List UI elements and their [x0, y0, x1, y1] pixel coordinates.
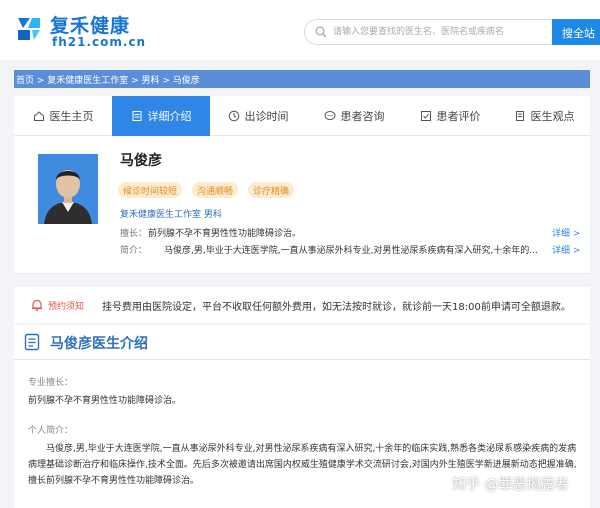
home-icon — [33, 111, 44, 121]
search-input[interactable] — [333, 23, 548, 41]
tag-smooth-communication: 沟通顺畅 — [192, 182, 239, 198]
document-icon — [24, 333, 40, 351]
zhihu-watermark: 知乎 @罪恶揭露者 — [452, 477, 569, 493]
tab-label: 患者咨询 — [340, 110, 385, 123]
tab-doctor-home[interactable]: 医生主页 — [14, 96, 112, 136]
logo-title[interactable]: 复禾健康 — [50, 11, 130, 38]
logo-domain: fh21.com.cn — [52, 35, 147, 49]
tab-patient-review[interactable]: 患者评价 — [402, 96, 498, 136]
intro-personal-label: 个人简介： — [28, 426, 74, 436]
site-header: 复禾健康 fh21.com.cn 搜全站 — [0, 0, 600, 60]
tab-label: 详细介绍 — [147, 110, 192, 123]
bio-label: 简介： — [120, 246, 148, 256]
specialty-value: 前列腺不孕不育男性性功能障碍诊治。 — [148, 229, 302, 239]
document-icon — [132, 111, 141, 121]
fh21-logo-icon[interactable] — [14, 14, 44, 44]
intro-title: 马俊彦医生介绍 — [50, 336, 148, 352]
search-button[interactable]: 搜全站 — [552, 19, 600, 45]
tab-doctor-views[interactable]: 医生观点 — [498, 96, 590, 136]
bio-detail-link[interactable]: 详细 > — [552, 243, 580, 256]
doctor-profile-card: 马俊彦 候诊时间较短 沟通顺畅 诊疗精确 复禾健康医生工作室 男科 擅长： 前列… — [14, 136, 590, 274]
doctor-studio-link[interactable]: 复禾健康医生工作室 男科 — [120, 207, 222, 220]
specialty-detail-link[interactable]: 详细 > — [552, 226, 580, 239]
tab-detail-intro[interactable]: 详细介绍 — [112, 96, 210, 136]
doctor-avatar-image — [38, 154, 98, 224]
tab-clinic-time[interactable]: 出诊时间 — [210, 96, 306, 136]
tag-short-wait: 候诊时间较短 — [118, 182, 183, 198]
tab-label: 医生观点 — [530, 110, 575, 123]
tab-label: 出诊时间 — [244, 110, 289, 123]
doctor-tabs: 医生主页 详细介绍 出诊时间 患者咨询 患者评价 医生观点 — [14, 96, 590, 136]
tag-precise-diagnosis: 诊疗精确 — [248, 182, 295, 198]
clock-icon — [228, 110, 239, 122]
doctor-photo — [38, 154, 98, 224]
breadcrumb-text[interactable]: 首页 > 复禾健康医生工作室 > 男科 > 马俊彦 — [16, 76, 200, 86]
breadcrumb: 首页 > 复禾健康医生工作室 > 男科 > 马俊彦 — [14, 70, 590, 88]
intro-specialty-label: 专业擅长： — [28, 378, 74, 388]
divider — [14, 359, 590, 360]
bio-value: 马俊彦,男,毕业于大连医学院,一直从事泌尿外科专业,对男性泌尿系疾病有深入研究,… — [164, 246, 538, 256]
specialty-label: 擅长： — [120, 229, 148, 239]
tab-label: 医生主页 — [49, 110, 94, 123]
person-doc-icon — [515, 111, 524, 121]
bell-icon — [32, 299, 42, 311]
search-box — [304, 19, 554, 45]
tab-label: 患者评价 — [436, 110, 481, 123]
appointment-notice: 预约须知 挂号费用由医院设定，平台不收取任何额外费用，如无法按时就诊，就诊前一天… — [14, 287, 590, 323]
chat-icon — [324, 111, 335, 120]
intro-specialty-text: 前列腺不孕不育男性性功能障碍诊治。 — [28, 396, 182, 406]
notice-label: 预约须知 — [48, 302, 85, 312]
notice-text: 挂号费用由医院设定，平台不收取任何额外费用，如无法按时就诊，就诊前一天18:00… — [102, 302, 571, 313]
doctor-name: 马俊彦 — [120, 153, 162, 169]
search-icon — [315, 26, 327, 38]
tab-patient-consult[interactable]: 患者咨询 — [306, 96, 402, 136]
review-icon — [420, 111, 431, 121]
